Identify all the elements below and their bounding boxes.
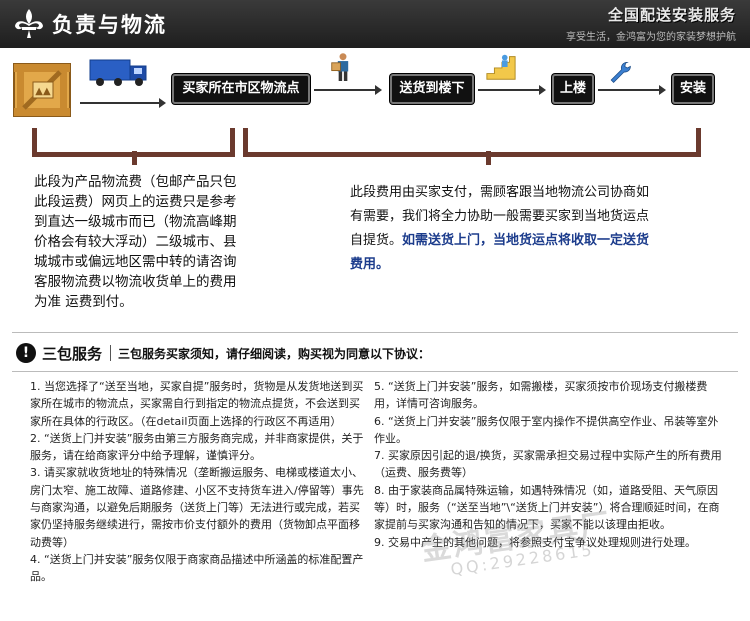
step-install: 安装 (672, 74, 714, 104)
term-item: 3. 请买家就收货地址的特殊情况（垄断搬运服务、电梯或楼道太小、房门太窄、施工故… (30, 466, 364, 549)
terms-left-column: 1. 当您选择了“送至当地，买家自提”服务时，货物是从发货地送到买家所在城市的物… (30, 378, 364, 586)
page-title: 负责与物流 (52, 13, 167, 37)
section-divider (12, 371, 738, 372)
service-subslogan: 享受生活，金鸿富为您的家装梦想护航 (566, 32, 736, 43)
flow-arrow (478, 85, 546, 95)
stairs-icon (486, 54, 516, 80)
flow-arrow (314, 85, 382, 95)
flow-arrow (80, 98, 166, 108)
flow-arrow (598, 85, 666, 95)
term-item: 2. “送货上门并安装”服务由第三方服务商完成，并非商家提供，关于服务，请在给商… (30, 431, 364, 463)
guarantee-description: 三包服务买家须知，请仔细阅读，购买视为同意以下协议： (118, 347, 431, 361)
term-item: 7. 买家原因引起的退/换货，买家需承担交易过程中实际产生的所有费用（运费、服务… (374, 449, 722, 480)
wrench-icon (610, 61, 631, 83)
wooden-crate-icon: ▲▲ (13, 63, 71, 117)
bracket-local-segment (243, 128, 701, 165)
section-divider (12, 332, 738, 333)
fleur-de-lis-icon (15, 9, 43, 38)
term-item: 5. “送货上门并安装”服务，如需搬楼，买家须按市价现场支付搬楼费用，详情可咨询… (374, 380, 708, 411)
title-separator (110, 345, 111, 361)
delivery-man-icon (331, 53, 349, 81)
header-bar: 负责与物流 全国配送安装服务 享受生活，金鸿富为您的家装梦想护航 (0, 0, 750, 48)
truck-icon (89, 59, 147, 86)
note-local-fee: 此段费用由买家支付，需顾客跟当地物流公司协商如有需要，我们将全力协助一般需要买家… (350, 181, 650, 277)
term-item: 6. “送货上门并安装”服务仅限于室内操作不提供高空作业、吊装等室外作业。 (374, 414, 719, 445)
note-shipping-fee: 此段为产品物流费（包邮产品只包此段运费）网页上的运费只是参考到直达一级城市而已（… (34, 174, 237, 310)
term-item: 1. 当您选择了“送至当地，买家自提”服务时，货物是从发货地送到买家所在城市的物… (30, 380, 364, 428)
exclamation-icon: ! (16, 343, 36, 363)
step-deliver-downstairs: 送货到楼下 (390, 74, 474, 104)
term-item: 4. “送货上门并安装”服务仅限于商家商品描述中所涵盖的标准配置产品。 (30, 552, 364, 584)
step-logistics-point: 买家所在市区物流点 (172, 74, 310, 104)
service-slogan: 全国配送安装服务 (607, 6, 736, 24)
bracket-shipping-segment (32, 128, 235, 165)
svg-text:▲▲: ▲▲ (35, 86, 51, 97)
guarantee-title: 三包服务 (42, 345, 103, 363)
step-upstairs: 上楼 (552, 74, 594, 104)
